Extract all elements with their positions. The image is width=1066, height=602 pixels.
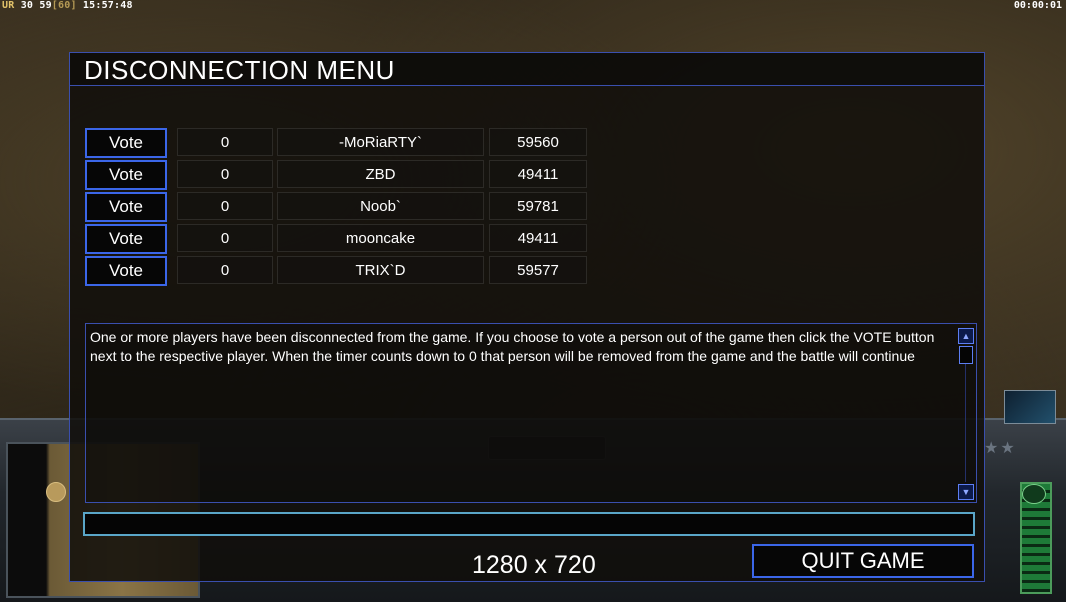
player-timer: 0 [177, 192, 273, 220]
scroll-up-icon[interactable]: ▲ [958, 328, 974, 344]
vote-button[interactable]: Vote [85, 160, 167, 190]
player-timer: 0 [177, 160, 273, 188]
dialog-title-bar: DISCONNECTION MENU [70, 53, 984, 86]
vote-button[interactable]: Vote [85, 128, 167, 158]
player-name: -MoRiaRTY` [277, 128, 484, 156]
fps-readout: UR 30 59[60] 15:57:48 [2, 0, 133, 11]
vote-button[interactable]: Vote [85, 256, 167, 286]
vote-button[interactable]: Vote [85, 192, 167, 222]
chat-input[interactable] [83, 512, 975, 536]
player-name: Noob` [277, 192, 484, 220]
player-ping: 59560 [489, 128, 587, 156]
fps-max: [60] [51, 0, 77, 11]
player-name: mooncake [277, 224, 484, 252]
ur-label: UR [2, 0, 15, 11]
scrollbar-thumb[interactable] [959, 346, 973, 364]
player-timer: 0 [177, 128, 273, 156]
player-ping: 59577 [489, 256, 587, 284]
dialog-title: DISCONNECTION MENU [84, 55, 395, 85]
resolution-label: 1280 x 720 [472, 551, 596, 579]
message-box[interactable]: One or more players have been disconnect… [85, 323, 977, 503]
rank-stars-icon: ★★ [984, 440, 1017, 457]
game-timer: 00:00:01 [1013, 0, 1062, 11]
power-icon [1022, 484, 1046, 504]
player-ping: 49411 [489, 224, 587, 252]
scroll-down-icon[interactable]: ▼ [958, 484, 974, 500]
fps-value: 30 59 [20, 0, 52, 11]
player-name: ZBD [277, 160, 484, 188]
player-timer: 0 [177, 224, 273, 252]
system-clock: 15:57:48 [82, 0, 133, 11]
player-name: TRIX`D [277, 256, 484, 284]
player-ping: 59781 [489, 192, 587, 220]
disconnection-dialog: DISCONNECTION MENU Vote 0 -MoRiaRTY` 595… [69, 52, 985, 582]
player-timer: 0 [177, 256, 273, 284]
player-ping: 49411 [489, 160, 587, 188]
quit-game-button[interactable]: QUIT GAME [752, 544, 974, 578]
disconnect-message: One or more players have been disconnect… [90, 329, 935, 364]
satellite-icon[interactable] [1004, 390, 1056, 424]
scrollbar-track[interactable] [965, 364, 966, 482]
vote-button[interactable]: Vote [85, 224, 167, 254]
radar-marker-icon [46, 482, 66, 502]
